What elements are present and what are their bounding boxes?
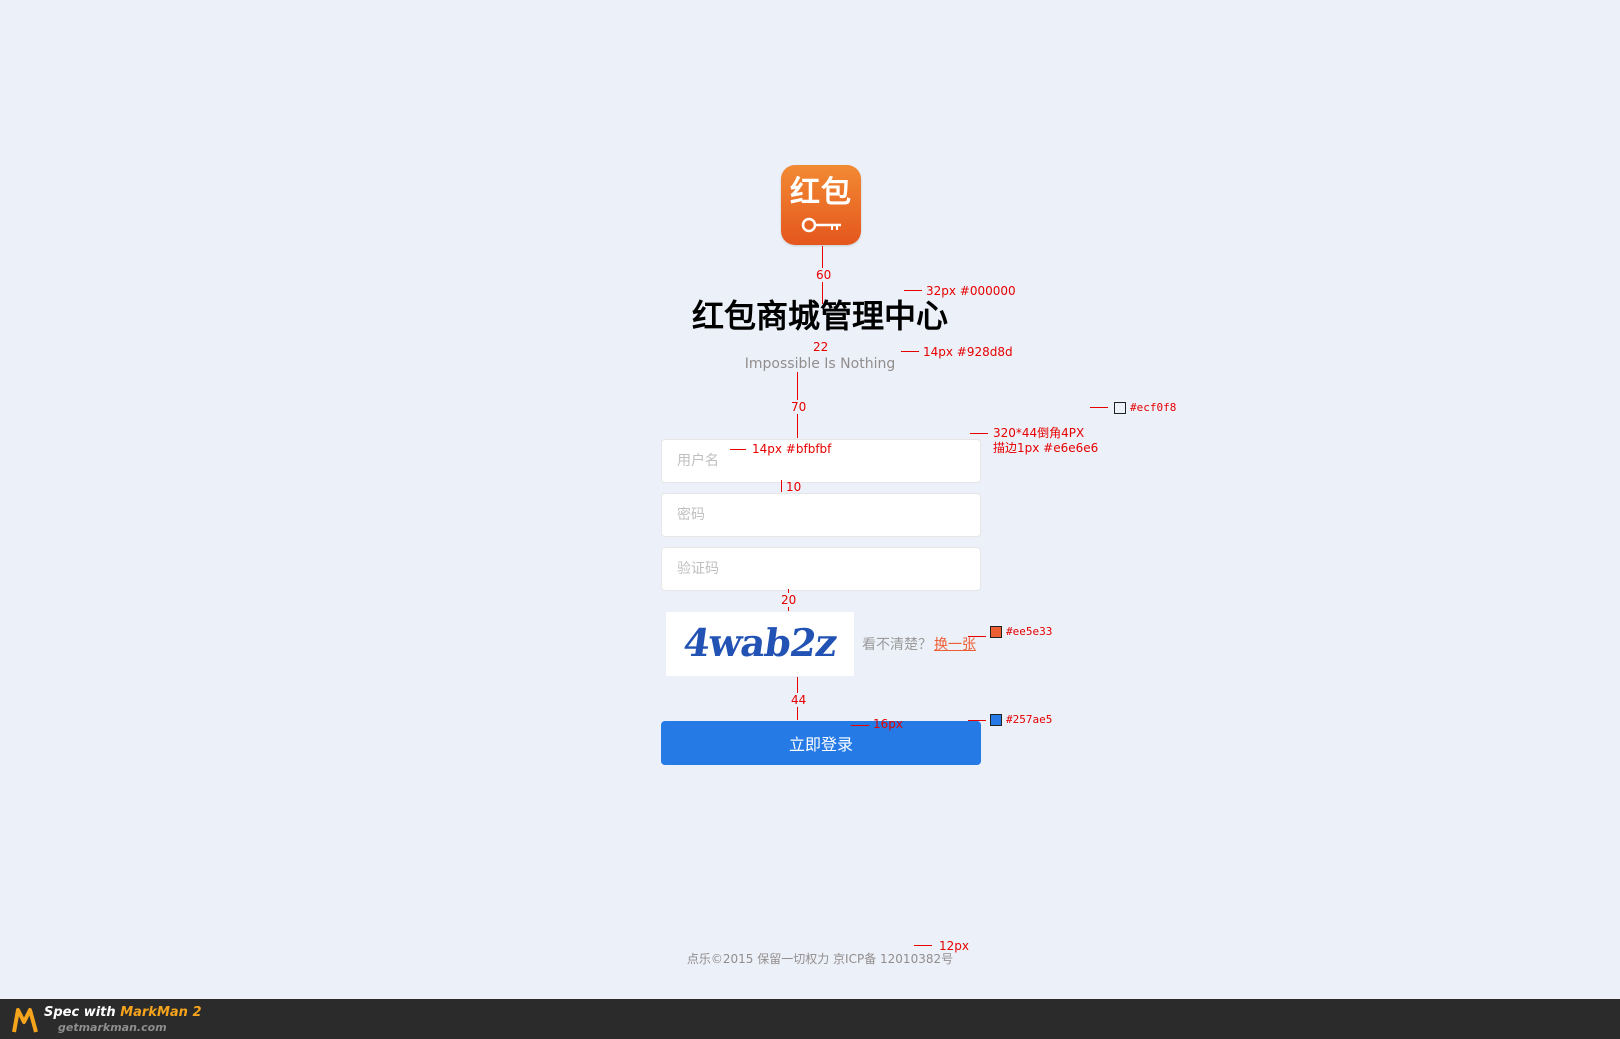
spec-button-font: 16px bbox=[873, 717, 903, 731]
spec-input-border: 描边1px #e6e6e6 bbox=[993, 441, 1099, 455]
spec-leader bbox=[730, 449, 746, 450]
markman-logo-icon bbox=[12, 1008, 38, 1033]
spec-title-gap: 22 bbox=[813, 340, 829, 354]
spec-logo-gap: 60 bbox=[816, 268, 832, 282]
spec-bg-swatch bbox=[1114, 402, 1126, 414]
spec-leader bbox=[914, 945, 932, 946]
spec-placeholder-font: 14px #bfbfbf bbox=[752, 442, 832, 456]
spec-leader bbox=[968, 720, 986, 721]
captcha-input[interactable] bbox=[662, 548, 980, 590]
spec-bg-color: #ecf0f8 bbox=[1130, 401, 1177, 414]
spec-button-gap: 44 bbox=[791, 693, 807, 707]
markman-url: getmarkman.com bbox=[58, 1021, 167, 1034]
captcha-code: 4wab2z bbox=[680, 620, 840, 665]
markman-title: Spec with MarkMan 2 bbox=[44, 1005, 202, 1020]
spec-button-swatch bbox=[990, 714, 1002, 726]
spec-leader bbox=[968, 636, 986, 637]
spec-button-color: #257ae5 bbox=[1006, 713, 1053, 726]
spec-leader bbox=[1090, 407, 1108, 408]
spec-leader bbox=[851, 725, 869, 726]
key-icon bbox=[801, 217, 841, 233]
spec-subtitle-font: 14px #928d8d bbox=[923, 345, 1013, 359]
markman-prefix: Spec with bbox=[44, 1005, 121, 1020]
spec-title-font: 32px #000000 bbox=[926, 284, 1016, 298]
spec-refresh-color: #ee5e33 bbox=[1006, 625, 1053, 638]
spec-input-size: 320*44倒角4PX bbox=[993, 426, 1085, 440]
footer-copyright: 点乐©2015 保留一切权力 京ICP备 12010382号 bbox=[686, 952, 954, 966]
app-logo: 红包 bbox=[781, 165, 861, 245]
login-button[interactable]: 立即登录 bbox=[661, 721, 981, 765]
markman-product: MarkMan 2 bbox=[120, 1005, 202, 1020]
password-field[interactable] bbox=[661, 493, 981, 537]
spec-form-gap: 70 bbox=[791, 400, 807, 414]
captcha-hint: 看不清楚？ bbox=[862, 637, 932, 653]
markman-bar bbox=[0, 999, 1620, 1039]
logo-text: 红包 bbox=[790, 175, 852, 210]
spec-leader bbox=[901, 351, 919, 352]
password-input[interactable] bbox=[662, 494, 980, 536]
spec-line bbox=[781, 480, 782, 492]
captcha-refresh-link[interactable]: 换一张 bbox=[934, 635, 976, 655]
spec-leader bbox=[970, 433, 988, 434]
spec-captcha-gap: 20 bbox=[781, 593, 797, 607]
captcha-field[interactable] bbox=[661, 547, 981, 591]
spec-refresh-swatch bbox=[990, 626, 1002, 638]
page-title: 红包商城管理中心 bbox=[691, 297, 948, 335]
spec-leader bbox=[904, 290, 922, 291]
spec-footer-font: 12px bbox=[939, 939, 969, 953]
captcha-image[interactable]: 4wab2z bbox=[666, 612, 854, 676]
spec-input-gap: 10 bbox=[786, 480, 802, 494]
